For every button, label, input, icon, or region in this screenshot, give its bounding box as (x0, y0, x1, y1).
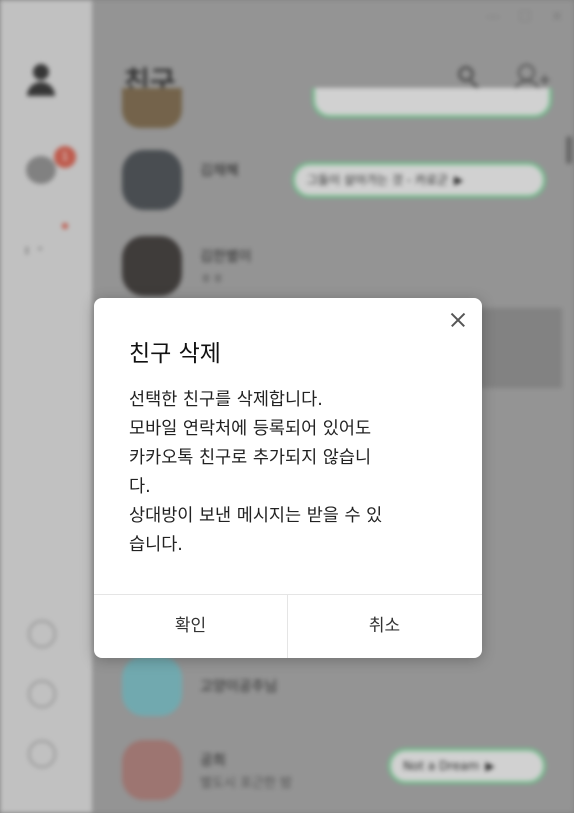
dialog-message-line: 선택한 친구를 삭제합니다. (129, 390, 323, 410)
delete-friend-dialog: 친구 삭제 선택한 친구를 삭제합니다. 모바일 연락처에 등록되어 있어도 카… (94, 298, 482, 658)
dialog-message-line: 상대방이 보낸 메시지는 받을 수 있 (129, 506, 383, 526)
dialog-message: 선택한 친구를 삭제합니다. 모바일 연락처에 등록되어 있어도 카카오톡 친구… (129, 386, 454, 560)
close-icon[interactable] (446, 308, 470, 332)
dialog-message-line: 다. (129, 477, 151, 497)
dialog-title: 친구 삭제 (129, 341, 221, 367)
dialog-message-line: 습니다. (129, 535, 183, 555)
dialog-footer: 확인 취소 (94, 594, 482, 658)
cancel-button[interactable]: 취소 (288, 595, 481, 658)
dialog-message-line: 모바일 연락처에 등록되어 있어도 (129, 419, 372, 439)
dialog-message-line: 카카오톡 친구로 추가되지 않습니 (129, 448, 372, 468)
confirm-button[interactable]: 확인 (94, 595, 288, 658)
